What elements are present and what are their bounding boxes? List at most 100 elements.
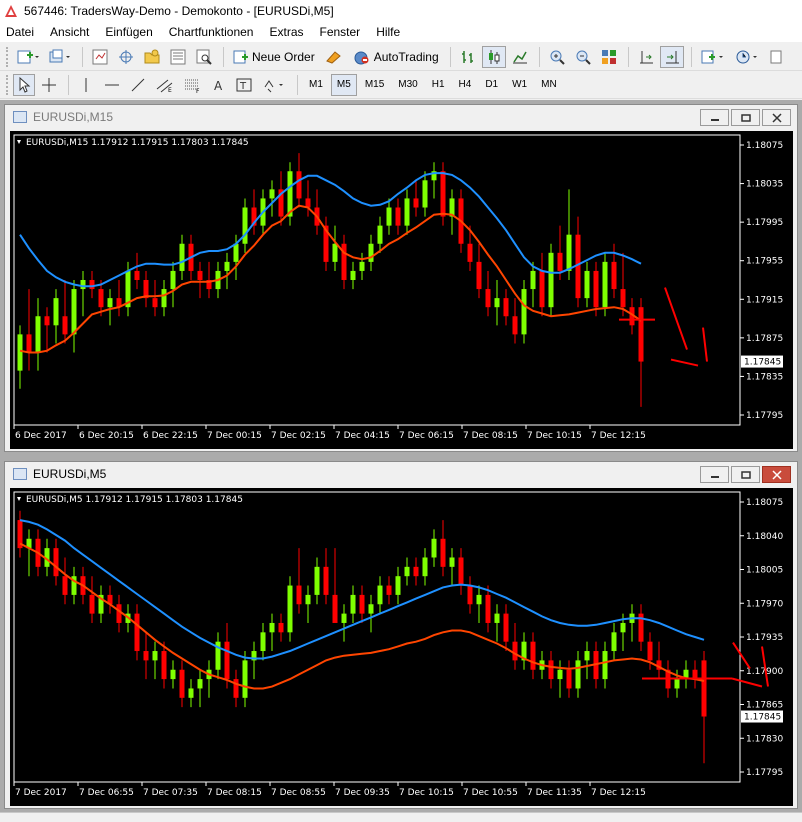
status-bar xyxy=(0,812,802,822)
candle-body xyxy=(638,307,644,362)
candle-body xyxy=(494,298,500,308)
candle-body xyxy=(449,557,455,567)
vertical-line-icon xyxy=(85,77,87,92)
menu-bar: Datei Ansicht Einfügen Chartfunktionen E… xyxy=(0,22,802,42)
bar-chart-icon xyxy=(461,50,473,63)
trendline-button[interactable] xyxy=(126,74,150,96)
candle-body xyxy=(341,613,347,623)
candle-body xyxy=(674,679,680,689)
tile-windows-button[interactable] xyxy=(597,46,621,68)
navigator-button[interactable] xyxy=(140,46,164,68)
periods-button[interactable] xyxy=(731,46,763,68)
price-tick-label: 1.17865 xyxy=(746,701,783,711)
candle-body xyxy=(179,243,185,271)
menu-hilfe[interactable]: Hilfe xyxy=(376,25,400,39)
fibonacci-button[interactable]: F xyxy=(180,74,206,96)
indicators-button[interactable] xyxy=(697,46,729,68)
candle-body xyxy=(386,585,392,595)
trendline-icon xyxy=(131,78,145,91)
timeframe-mn[interactable]: MN xyxy=(535,74,563,96)
arrows-button[interactable] xyxy=(258,74,290,96)
candle-body xyxy=(224,261,230,271)
zoom-in-button[interactable] xyxy=(545,46,569,68)
time-tick-label: 7 Dec 10:15 xyxy=(399,788,454,798)
timeframe-w1[interactable]: W1 xyxy=(506,74,533,96)
close-button[interactable] xyxy=(762,109,791,126)
timeframe-d1[interactable]: D1 xyxy=(479,74,504,96)
bar-chart-button[interactable] xyxy=(456,46,480,68)
timeframe-m5[interactable]: M5 xyxy=(330,73,357,96)
chart-window-title-bar[interactable]: EURUSDi,M5 xyxy=(5,462,797,486)
candle-body xyxy=(332,594,338,623)
candle-body xyxy=(233,679,239,698)
data-window-button[interactable] xyxy=(114,46,138,68)
restore-icon xyxy=(740,470,751,479)
chart-window-title-bar[interactable]: EURUSDi,M15 xyxy=(5,105,797,129)
vertical-line-button[interactable] xyxy=(74,74,98,96)
menu-fenster[interactable]: Fenster xyxy=(320,25,361,39)
minimize-button[interactable] xyxy=(700,109,729,126)
moving-average-slow xyxy=(19,172,642,288)
chart-canvas[interactable]: 1.180751.180401.180051.179701.179351.179… xyxy=(10,488,793,806)
new-order-button[interactable]: Neue Order xyxy=(229,46,319,68)
autoscroll-button[interactable] xyxy=(659,45,684,68)
maximize-button[interactable] xyxy=(731,466,760,483)
new-chart-button[interactable] xyxy=(13,46,43,68)
toolbar-gripper[interactable] xyxy=(6,74,9,95)
profiles-button[interactable] xyxy=(45,46,75,68)
horizontal-line-button[interactable] xyxy=(100,74,124,96)
price-tick-label: 1.17830 xyxy=(746,734,783,744)
candle-body xyxy=(350,270,356,280)
candlestick-chart-button[interactable] xyxy=(481,45,506,68)
crosshair-button[interactable] xyxy=(37,74,61,96)
menu-extras[interactable]: Extras xyxy=(269,25,303,39)
timeframe-h1[interactable]: H1 xyxy=(426,74,451,96)
time-tick-label: 7 Dec 09:35 xyxy=(335,788,390,798)
chart-window-title: EURUSDi,M5 xyxy=(33,467,107,481)
candle-body xyxy=(539,270,545,308)
candle-body xyxy=(269,189,275,199)
zoom-out-button[interactable] xyxy=(571,46,595,68)
line-chart-icon xyxy=(512,51,527,63)
candle-body xyxy=(134,613,140,652)
metaeditor-button[interactable] xyxy=(321,46,347,68)
close-button[interactable] xyxy=(762,466,791,483)
price-chart[interactable]: 1.18075 1.18035 1.17995 1.17955 1.17915 1.178… xyxy=(10,131,793,449)
market-watch-button[interactable] xyxy=(88,46,112,68)
timeframe-m30[interactable]: M30 xyxy=(392,74,423,96)
menu-datei[interactable]: Datei xyxy=(6,25,34,39)
text-tool-button[interactable]: A xyxy=(208,74,230,96)
equidistant-channel-button[interactable]: E xyxy=(152,74,178,96)
cursor-button[interactable] xyxy=(13,73,35,96)
chart-canvas[interactable]: 1.18075 1.18035 1.17995 1.17955 1.17915 1.178… xyxy=(10,131,793,449)
menu-ansicht[interactable]: Ansicht xyxy=(50,25,89,39)
templates-button[interactable] xyxy=(765,46,787,68)
strategy-tester-button[interactable] xyxy=(192,46,216,68)
minimize-button[interactable] xyxy=(700,466,729,483)
chart-shift-button[interactable] xyxy=(634,46,658,68)
menu-einfuegen[interactable]: Einfügen xyxy=(105,25,152,39)
candlestick-icon xyxy=(488,49,500,64)
chart-window-m15[interactable]: EURUSDi,M15 1.18075 1.18035 1.17995 1.17955… xyxy=(4,104,798,452)
line-chart-button[interactable] xyxy=(508,46,532,68)
candle-body xyxy=(485,594,491,623)
terminal-button[interactable] xyxy=(166,46,190,68)
candle-body xyxy=(269,622,275,633)
svg-text:A: A xyxy=(214,79,223,93)
toolbar-gripper[interactable] xyxy=(6,46,9,67)
menu-chartfunktionen[interactable]: Chartfunktionen xyxy=(169,25,254,39)
text-label-button[interactable]: T xyxy=(232,74,256,96)
candle-body xyxy=(197,679,203,689)
navigator-folder-icon xyxy=(144,49,160,63)
timeframe-h4[interactable]: H4 xyxy=(453,74,478,96)
timeframe-m15[interactable]: M15 xyxy=(359,74,390,96)
price-chart[interactable]: 1.18075 1.18040 1.18005 1.17970 1.17935 1.179… xyxy=(10,488,793,806)
timeframe-m1[interactable]: M1 xyxy=(303,74,329,96)
autotrading-button[interactable]: AutoTrading xyxy=(349,46,443,68)
maximize-button[interactable] xyxy=(731,109,760,126)
candle-body xyxy=(161,289,167,308)
chart-window-m5[interactable]: EURUSDi,M5 1.18075 1.18040 1.18005 1.17970 1… xyxy=(4,461,798,809)
candle-body xyxy=(161,651,167,680)
candle-body xyxy=(170,270,176,290)
zoom-out-icon xyxy=(576,50,591,65)
